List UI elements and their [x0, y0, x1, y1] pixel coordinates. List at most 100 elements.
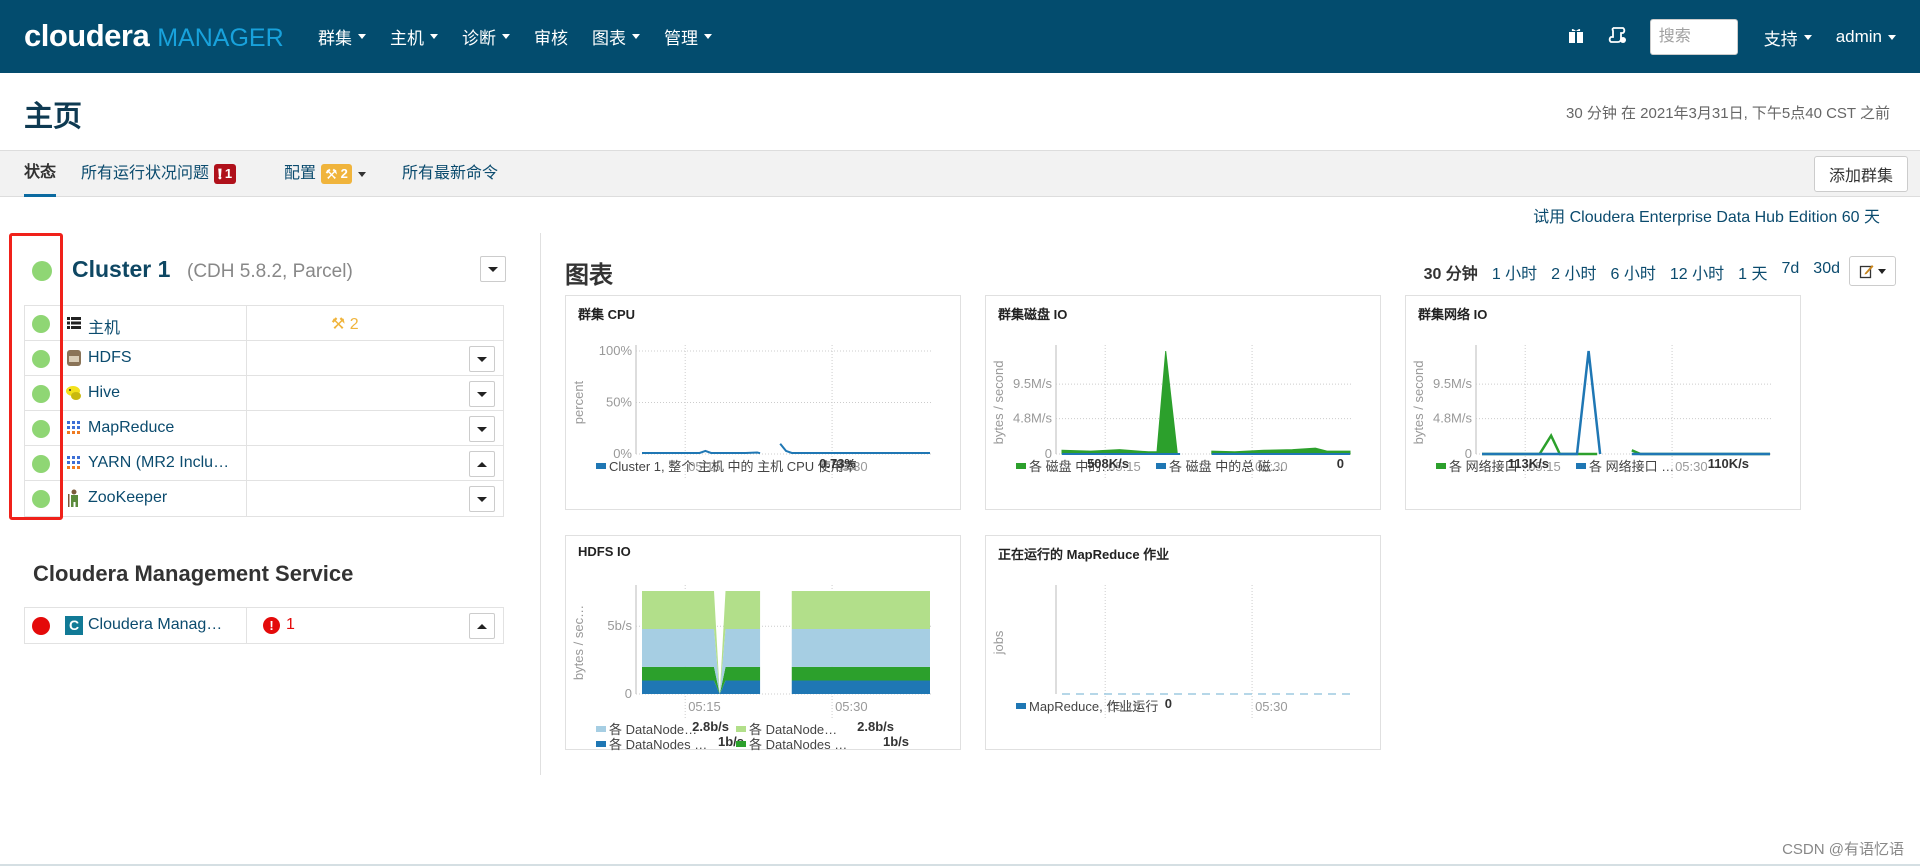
service-name-link[interactable]: YARN (MR2 Inclu…	[88, 454, 229, 472]
range-7d[interactable]: 7d	[1782, 260, 1800, 284]
legend-item[interactable]: MapReduce, 作业运行	[1016, 696, 1158, 715]
tab-status[interactable]: 状态	[24, 151, 57, 197]
caret-down-icon	[477, 391, 487, 397]
x-tick-label: 05:30	[1675, 459, 1708, 474]
column-divider	[246, 411, 247, 445]
legend-item[interactable]: 各 网络接口 …	[1576, 456, 1674, 475]
service-name-link[interactable]: ZooKeeper	[88, 489, 167, 507]
legend-value: 2.8b/s	[692, 719, 729, 734]
chart-mapreduce-jobs[interactable]: 正在运行的 MapReduce 作业 05:15 05:30 jobs MapRedu…	[985, 535, 1381, 750]
caret-down-icon	[632, 34, 640, 39]
mapreduce-icon	[65, 419, 83, 437]
service-actions-dropdown[interactable]	[469, 451, 495, 477]
last-updated-text[interactable]: 30 分钟 在 2021年3月31日, 下午5点40 CST 之前	[1566, 102, 1890, 123]
legend-value: 0	[1164, 696, 1172, 711]
edit-icon	[1859, 265, 1874, 279]
caret-down-icon	[358, 34, 366, 39]
menu-label: 群集	[318, 29, 352, 48]
status-good-icon	[32, 490, 50, 508]
menu-audits[interactable]: 审核	[534, 24, 568, 49]
area-series-3	[791, 591, 930, 629]
legend-item[interactable]: 各 DataNodes …	[736, 734, 847, 753]
range-1h[interactable]: 1 小时	[1492, 260, 1537, 284]
tab-health-issues[interactable]: 所有运行状况问题 ❗︎ 1	[81, 151, 237, 197]
trial-link[interactable]: 试用 Cloudera Enterprise Data Hub Edition …	[1533, 203, 1880, 227]
range-2h[interactable]: 2 小时	[1551, 260, 1596, 284]
legend-swatch	[596, 740, 606, 747]
tab-label: 所有最新命令	[402, 165, 499, 182]
column-divider	[246, 341, 247, 375]
brand-manager: MANAGER	[157, 24, 284, 52]
gift-icon[interactable]	[1566, 26, 1586, 49]
legend-value: 0.73%	[819, 456, 856, 471]
menu-charts[interactable]: 图表	[592, 24, 640, 49]
legend-item[interactable]: Cluster 1, 整个 主机 中的 主机 CPU 使用率	[596, 456, 857, 475]
menu-diagnostics[interactable]: 诊断	[462, 24, 510, 49]
add-cluster-button[interactable]: 添加群集	[1813, 156, 1908, 192]
x-tick-label: 05:30	[835, 699, 868, 714]
service-actions-dropdown[interactable]	[469, 381, 495, 407]
page-title: 主页	[24, 101, 83, 133]
badge-count: 2	[340, 166, 348, 181]
edit-charts-dropdown[interactable]	[1849, 256, 1896, 286]
cloudera-manager-logo[interactable]: cloudera MANAGER	[24, 18, 284, 54]
cms-section-title: Cloudera Management Service	[33, 561, 354, 586]
y-tick-label: 0	[625, 686, 632, 701]
range-30m[interactable]: 30 分钟	[1424, 260, 1478, 284]
config-issues-badge: ⚒ 2	[321, 164, 352, 184]
menu-support[interactable]: 支持	[1764, 25, 1812, 50]
legend-swatch	[1016, 702, 1026, 709]
service-name-link[interactable]: MapReduce	[88, 419, 174, 437]
hdfs-icon	[65, 349, 83, 367]
status-good-icon	[32, 350, 50, 368]
chart-cluster-disk-io[interactable]: 群集磁盘 IO 05:15 05:30 9.5M/s 4.8M/s 0 bytes / s…	[985, 295, 1381, 510]
range-30d[interactable]: 30d	[1813, 260, 1840, 284]
top-navbar: cloudera MANAGER 群集 主机 诊断 审核 图表 管理 支持 ad…	[0, 0, 1920, 73]
alert-icon: ❗︎	[218, 166, 222, 182]
service-actions-dropdown[interactable]	[469, 613, 495, 639]
config-issues-link[interactable]: ⚒ 2	[331, 314, 359, 334]
service-name-link[interactable]: 主机	[88, 314, 120, 338]
cluster-actions-dropdown[interactable]	[480, 256, 506, 282]
legend-label: 各 DataNodes …	[749, 737, 848, 752]
chart-hdfs-io[interactable]: HDFS IO 05:15 05:30 5b/s 0 bytes / sec… 各 Dat…	[565, 535, 961, 753]
service-name-link[interactable]: HDFS	[88, 349, 132, 367]
caret-down-icon	[1888, 34, 1896, 40]
legend-swatch	[596, 462, 606, 469]
chart-cluster-network-io[interactable]: 群集网络 IO 05:15 05:30 9.5M/s 4.8M/s 0 bytes / s…	[1405, 295, 1801, 510]
range-12h[interactable]: 12 小时	[1670, 260, 1724, 284]
chart-plot: 05:15 05:30jobs	[991, 585, 1350, 719]
service-actions-dropdown[interactable]	[469, 416, 495, 442]
health-issues-count: 1	[286, 616, 295, 633]
parcel-icon[interactable]	[1608, 26, 1628, 49]
tab-configuration[interactable]: 配置 ⚒ 2	[284, 151, 366, 197]
range-1d[interactable]: 1 天	[1738, 260, 1767, 284]
chart-plot: 05:15 05:30100%50%0%percent	[571, 343, 932, 479]
service-row-mapreduce: MapReduce	[25, 411, 503, 446]
menu-clusters[interactable]: 群集	[318, 24, 366, 49]
service-row-hdfs: HDFS	[25, 341, 503, 376]
legend-label: 各 DataNodes …	[609, 737, 708, 752]
search-input[interactable]	[1649, 19, 1738, 55]
service-name-link[interactable]: Cloudera Manag…	[88, 616, 222, 634]
health-issues-link[interactable]: ! 1	[263, 616, 295, 634]
caret-up-icon	[477, 461, 487, 467]
caret-down-icon	[430, 34, 438, 39]
menu-hosts[interactable]: 主机	[390, 24, 438, 49]
cluster-name-link[interactable]: Cluster 1	[72, 256, 170, 283]
brand-cloudera: cloudera	[24, 18, 150, 53]
legend-item[interactable]: 各 DataNodes …	[596, 734, 707, 753]
tab-recent-commands[interactable]: 所有最新命令	[402, 151, 498, 197]
tab-label: 所有运行状况问题	[81, 165, 210, 182]
chart-cluster-cpu[interactable]: 群集 CPU 05:15 05:30 100% 50% 0% percent Cluster…	[565, 295, 961, 510]
menu-administration[interactable]: 管理	[664, 24, 712, 49]
charts-section-title: 图表	[565, 262, 613, 289]
user-menu[interactable]: admin	[1836, 27, 1896, 47]
service-actions-dropdown[interactable]	[469, 346, 495, 372]
range-6h[interactable]: 6 小时	[1611, 260, 1656, 284]
service-name-link[interactable]: Hive	[88, 384, 120, 402]
service-actions-dropdown[interactable]	[469, 486, 495, 512]
legend-item[interactable]: 各 磁盘 中的总 磁…	[1156, 456, 1284, 475]
cms-logo: C	[65, 615, 83, 635]
legend-label: 各 网络接口 …	[1589, 459, 1675, 474]
